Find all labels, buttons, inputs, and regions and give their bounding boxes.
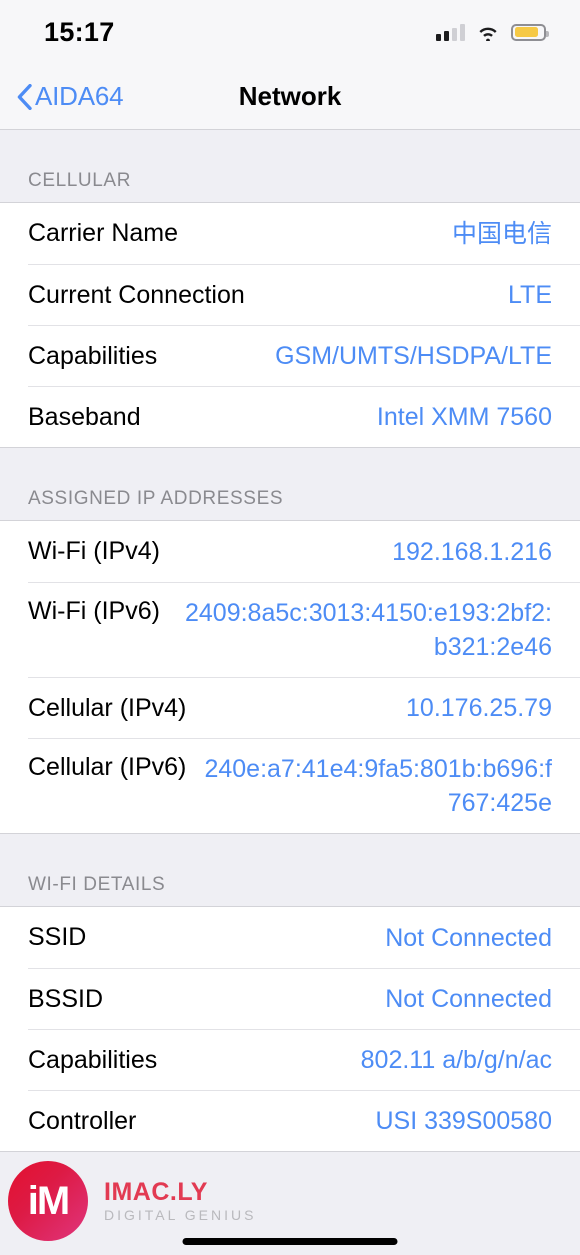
row-value: Intel XMM 7560 [376, 403, 552, 431]
row-value: 中国电信 [451, 219, 552, 248]
table-row[interactable]: Current Connection LTE [28, 264, 580, 325]
row-value: 802.11 a/b/g/n/ac [360, 1046, 552, 1074]
settings-list[interactable]: CELLULAR Carrier Name 中国电信 Current Connecti… [0, 130, 580, 1255]
section-group: Carrier Name 中国电信 Current Connection LTE Cap… [0, 202, 580, 448]
row-value: Not Connected [385, 923, 552, 952]
watermark-subtitle: DIGITAL GENIUS [104, 1207, 257, 1224]
status-bar-indicators [436, 23, 549, 41]
cellular-signal-icon [436, 23, 465, 41]
section-header: CELLULAR [0, 130, 580, 202]
status-bar-clock: 15:17 [44, 16, 115, 47]
navigation-bar: AIDA64 Network [0, 64, 580, 130]
table-row[interactable]: Capabilities GSM/UMTS/HSDPA/LTE [28, 325, 580, 386]
row-label: Capabilities [28, 341, 158, 370]
row-value: 2409:8a5c:3013:4150:e193:2bf2:b321:2e46 [184, 599, 552, 661]
status-bar: 15:17 [0, 0, 580, 64]
table-row[interactable]: Cellular (IPv4) 10.176.25.79 [28, 677, 580, 738]
watermark-text: IMAC.LY DIGITAL GENIUS [104, 1177, 257, 1224]
row-value: Not Connected [385, 985, 552, 1013]
watermark-title: IMAC.LY [104, 1177, 208, 1206]
row-label: Controller [28, 1106, 137, 1135]
row-label: Wi-Fi (IPv4) [28, 537, 160, 565]
row-label: Cellular (IPv4) [28, 693, 187, 722]
row-value: 240e:a7:41e4:9fa5:801b:b696:f767:425e [204, 755, 552, 817]
row-value: LTE [508, 281, 552, 309]
table-row[interactable]: Controller USI 339S00580 [28, 1090, 580, 1151]
table-row[interactable]: BSSID Not Connected [28, 968, 580, 1029]
chevron-left-icon [17, 83, 32, 110]
row-label: Capabilities [28, 1045, 158, 1074]
row-label: Carrier Name [28, 219, 179, 247]
row-value: GSM/UMTS/HSDPA/LTE [275, 342, 552, 370]
back-button[interactable]: AIDA64 [0, 81, 124, 112]
table-row[interactable]: SSID Not Connected [28, 907, 580, 968]
row-label: Baseband [28, 402, 141, 431]
wifi-icon [476, 23, 500, 41]
table-row[interactable]: Baseband Intel XMM 7560 [28, 386, 580, 447]
table-row[interactable]: Wi-Fi (IPv4) 192.168.1.216 [28, 521, 580, 582]
phone-screen: 15:17 AIDA64 Network CELLULAR Carrier Na… [0, 0, 580, 1255]
home-indicator[interactable] [182, 1238, 398, 1245]
table-row[interactable]: Wi-Fi (IPv6) 2409:8a5c:3013:4150:e193:2bf… [28, 582, 580, 677]
section-header: WI-FI DETAILS [0, 834, 580, 906]
watermark: iM IMAC.LY DIGITAL GENIUS [8, 1161, 256, 1241]
watermark-logo-icon: iM [8, 1161, 88, 1241]
row-value: USI 339S00580 [375, 1107, 552, 1135]
battery-icon [511, 23, 549, 41]
row-label: BSSID [28, 984, 104, 1013]
section-group: SSID Not Connected BSSID Not Connected Capab… [0, 906, 580, 1152]
table-row[interactable]: Cellular (IPv6) 240e:a7:41e4:9fa5:801b:b6… [28, 738, 580, 833]
row-value: 10.176.25.79 [406, 694, 552, 722]
section-header: ASSIGNED IP ADDRESSES [0, 448, 580, 520]
row-value: 192.168.1.216 [392, 537, 552, 566]
row-label: Current Connection [28, 280, 245, 309]
table-row[interactable]: Capabilities 802.11 a/b/g/n/ac [28, 1029, 580, 1090]
row-label: Cellular (IPv6) [28, 753, 187, 781]
row-label: Wi-Fi (IPv6) [28, 597, 160, 625]
row-label: SSID [28, 923, 87, 951]
table-row[interactable]: Carrier Name 中国电信 [28, 203, 580, 264]
back-button-label: AIDA64 [35, 81, 124, 111]
section-group: Wi-Fi (IPv4) 192.168.1.216 Wi-Fi (IPv6) 240… [0, 520, 580, 834]
